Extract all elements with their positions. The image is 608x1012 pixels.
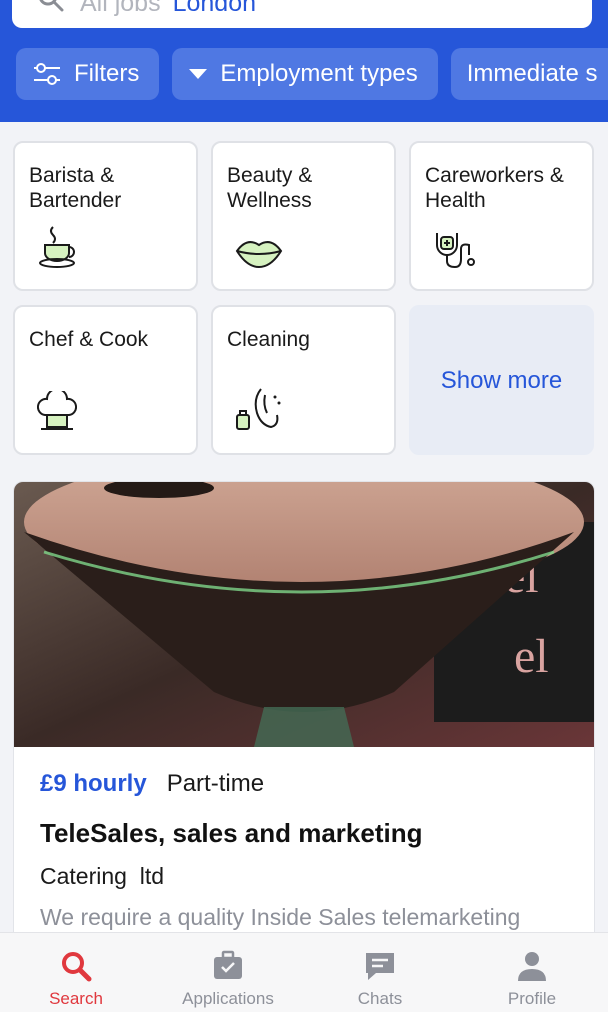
bottom-tab-bar: Search Applications Chats Profile <box>0 932 608 1012</box>
job-card[interactable]: el el £9 hourly Part-time TeleSales, sal… <box>13 481 595 951</box>
person-icon <box>518 952 546 981</box>
chef-hat-icon <box>37 391 77 430</box>
search-icon <box>39 0 64 12</box>
employment-types-button[interactable]: Employment types <box>172 48 438 100</box>
category-chef[interactable]: Chef & Cook <box>13 305 198 455</box>
filters-label: Filters <box>74 60 140 87</box>
tab-profile[interactable]: Profile <box>456 933 608 1012</box>
show-more-button[interactable]: Show more <box>409 305 594 455</box>
briefcase-icon <box>214 950 242 979</box>
job-title: TeleSales, sales and marketing <box>40 818 423 848</box>
employment-types-label: Employment types <box>220 60 418 87</box>
search-input[interactable]: All jobs London <box>12 0 592 28</box>
svg-text:el: el <box>514 630 549 683</box>
chat-icon <box>366 953 394 980</box>
category-barista[interactable]: Barista & Bartender <box>13 141 198 291</box>
category-label: Barista & Bartender <box>29 164 122 212</box>
search-location: London <box>172 0 257 17</box>
category-careworkers[interactable]: Careworkers & Health <box>409 141 594 291</box>
job-details: £9 hourly Part-time TeleSales, sales and… <box>40 770 574 931</box>
filters-button[interactable]: Filters <box>16 48 160 100</box>
job-description: We require a quality Inside Sales telema… <box>40 904 521 930</box>
immediate-start-button[interactable]: Immediate s <box>450 48 608 100</box>
category-label: Careworkers & Health <box>425 164 564 212</box>
search-query: All jobs <box>80 0 161 17</box>
job-pay: £9 hourly <box>40 770 147 797</box>
category-label: Chef & Cook <box>29 328 149 351</box>
cleaning-spray-icon <box>236 388 281 430</box>
search-header: All jobs London Filters Employment types… <box>0 0 608 122</box>
category-cleaning[interactable]: Cleaning <box>211 305 396 455</box>
stethoscope-icon <box>436 233 475 269</box>
show-more-label: Show more <box>440 366 563 394</box>
tab-chats[interactable]: Chats <box>304 933 456 1012</box>
tab-applications[interactable]: Applications <box>152 933 304 1012</box>
tab-label: Search <box>49 989 103 1008</box>
coffee-cup-icon <box>39 226 75 268</box>
tab-label: Profile <box>507 989 557 1008</box>
filter-chips: Filters Employment types Immediate s <box>16 48 608 100</box>
immediate-start-label: Immediate s <box>466 60 598 87</box>
job-type: Part-time <box>166 770 265 797</box>
category-label: Cleaning <box>227 328 310 351</box>
sliders-icon <box>34 63 60 85</box>
search-icon <box>62 952 92 982</box>
tab-label: Applications <box>182 989 274 1008</box>
job-company: Catering ltd <box>40 863 165 889</box>
category-beauty[interactable]: Beauty & Wellness <box>211 141 396 291</box>
tab-search[interactable]: Search <box>0 933 152 1012</box>
caret-down-icon <box>189 69 208 79</box>
tab-label: Chats <box>357 989 403 1008</box>
job-photo: el el <box>14 482 594 747</box>
category-label: Beauty & Wellness <box>227 164 313 212</box>
lips-icon <box>235 241 283 269</box>
